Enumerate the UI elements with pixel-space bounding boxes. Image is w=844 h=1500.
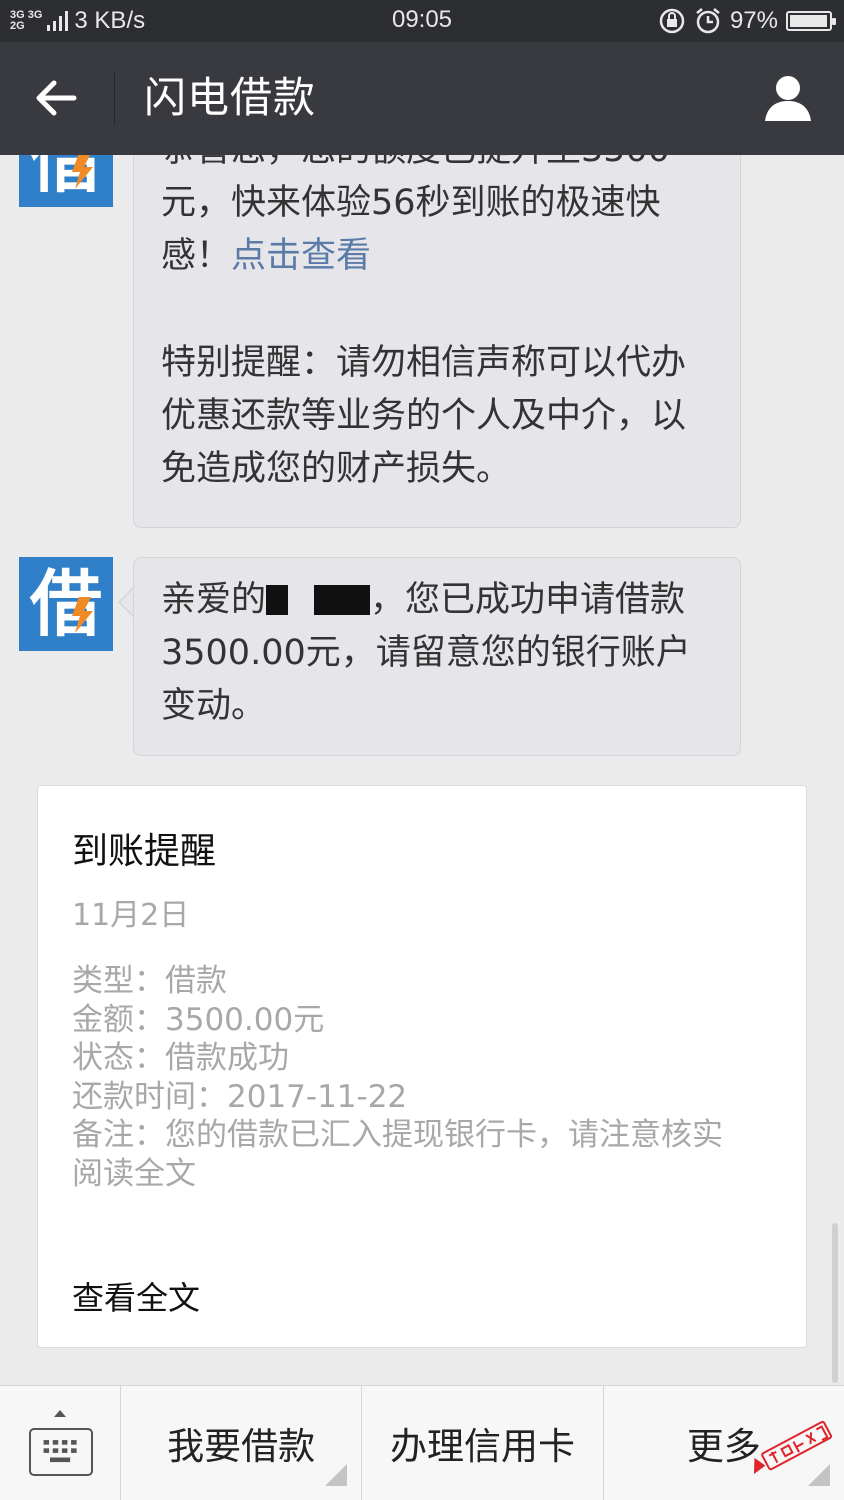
card-field-status: 状态：借款成功	[72, 1040, 289, 1076]
redacted-name	[314, 585, 371, 615]
battery-fill	[790, 15, 827, 27]
message-text: 亲爱的	[161, 580, 267, 620]
card-title: 到账提醒	[72, 831, 217, 872]
card-field-due-date: 还款时间：2017-11-22	[72, 1078, 408, 1115]
battery-percentage: 97%	[729, 7, 778, 34]
message-gap	[161, 283, 714, 337]
menu-label: 我要借款	[167, 1425, 316, 1468]
title-bar: 闪电借款	[0, 42, 844, 155]
card-field-note: 备注：您的借款已汇入提现银行卡，请注意核实	[72, 1117, 723, 1153]
back-button[interactable]	[26, 70, 86, 126]
status-bar: 3G 3G 2G 3 KB/s 09:05 97%	[0, 0, 844, 42]
alarm-icon	[696, 8, 720, 34]
chevron-up-icon	[54, 1410, 66, 1417]
card-field-read-more: 阅读全文	[72, 1155, 196, 1192]
reminder-line: 特别提醒：请勿相信声称可以代办	[161, 343, 687, 383]
reminder-line: 免造成您的财产损失。	[161, 449, 512, 489]
status-right: 97%	[658, 6, 836, 36]
title-divider	[114, 72, 115, 126]
card-fields: 类型：借款 金额：3500.00元 状态：借款成功 还款时间：2017-11-2…	[72, 962, 792, 1193]
message-text: 感！	[161, 236, 232, 276]
menu-borrow-button[interactable]: 我要借款	[121, 1386, 363, 1500]
message-line: 恭喜您，您的额度已提升至3500	[161, 155, 714, 177]
card-field-amount: 金额：3500.00元	[72, 1001, 325, 1038]
bubble-tail	[120, 588, 134, 616]
submenu-indicator-icon	[325, 1464, 348, 1486]
profile-button[interactable]	[760, 70, 816, 126]
message-line: 元，快来体验56秒到账的极速快	[161, 183, 661, 223]
bottom-menu: 我要借款 办理信用卡 更多	[0, 1385, 844, 1500]
message-line: 变动。	[161, 686, 267, 726]
message-line: 感！点击查看	[161, 230, 714, 283]
redacted-name	[266, 585, 289, 615]
message-text: ，您已成功申请借款	[370, 580, 686, 620]
keyboard-icon	[29, 1428, 93, 1476]
message-bubble[interactable]: 恭喜您，您的额度已提升至3500 元，快来体验56秒到账的极速快 感！点击查看 …	[133, 155, 741, 528]
message-line: 亲爱的 ，您已成功申请借款	[161, 574, 714, 627]
battery-icon	[786, 11, 836, 31]
watermark-logo	[753, 1420, 833, 1474]
page-title: 闪电借款	[144, 73, 317, 122]
card-date: 11月2日	[72, 898, 190, 933]
menu-label: 办理信用卡	[389, 1425, 575, 1468]
notification-card[interactable]: 到账提醒 11月2日 类型：借款 金额：3500.00元 状态：借款成功 还款时…	[37, 785, 807, 1348]
view-full-text-link[interactable]: 查看全文	[72, 1273, 200, 1319]
arrow-left-icon	[36, 80, 77, 116]
user-icon	[765, 76, 811, 121]
menu-credit-card-button[interactable]: 办理信用卡	[362, 1386, 604, 1500]
keyboard-toggle-button[interactable]	[0, 1386, 121, 1500]
lightning-icon	[72, 155, 93, 189]
rotation-lock-icon	[659, 8, 685, 34]
lightning-icon	[72, 597, 93, 633]
view-details-link[interactable]: 点击查看	[231, 236, 371, 276]
avatar[interactable]: 借	[19, 557, 113, 651]
reminder-line: 优惠还款等业务的个人及中介，以	[161, 396, 687, 436]
chat-area[interactable]: 借 恭喜您，您的额度已提升至3500 元，快来体验56秒到账的极速快 感！点击查…	[0, 155, 844, 1385]
message-bubble[interactable]: 亲爱的 ，您已成功申请借款 3500.00元，请留意您的银行账户 变动。	[133, 557, 741, 756]
message-line: 3500.00元，请留意您的银行账户	[161, 633, 691, 673]
card-field-type: 类型：借款	[72, 963, 227, 999]
scrollbar[interactable]	[832, 1223, 838, 1383]
avatar[interactable]: 借	[19, 155, 113, 207]
